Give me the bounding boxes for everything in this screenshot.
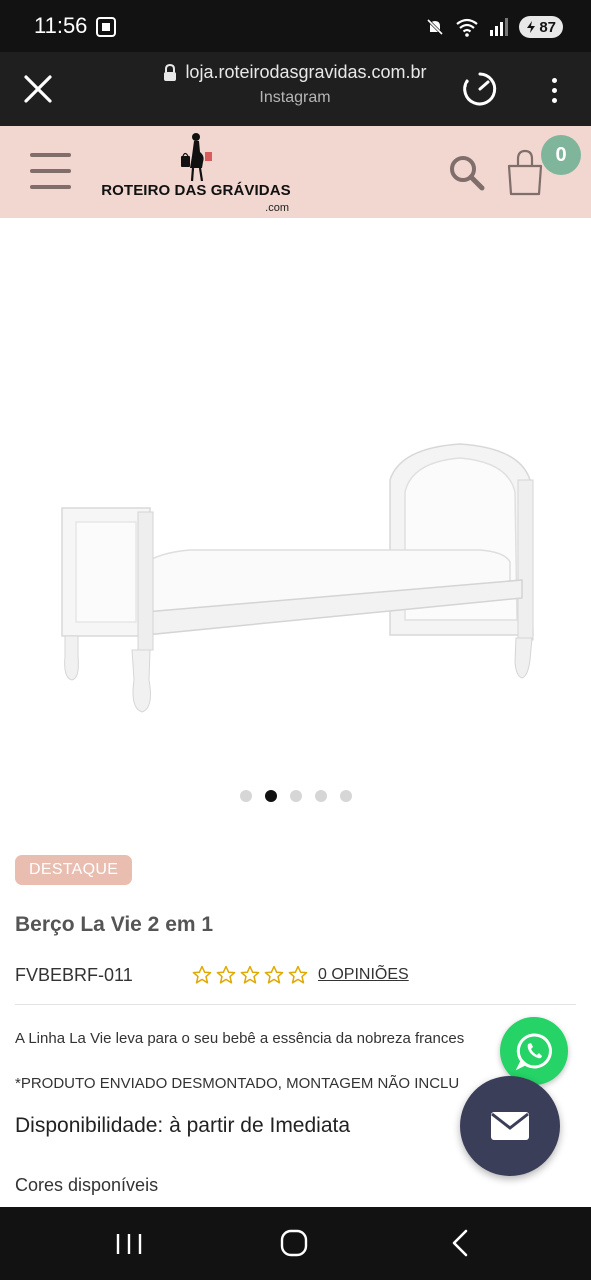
screenshot-icon (96, 17, 116, 37)
white-bed-icon[interactable] (50, 440, 545, 720)
system-nav-bar (0, 1207, 591, 1280)
mail-icon (491, 1112, 529, 1140)
product-rating[interactable]: 0 OPINIÕES (192, 965, 409, 985)
url-text: loja.roteirodasgravidas.com.br (185, 62, 427, 82)
close-icon[interactable] (20, 71, 56, 107)
logo-suffix: .com (265, 202, 289, 214)
site-header: ROTEIRO DAS GRÁVIDAS .com 0 (0, 126, 591, 218)
back-icon[interactable] (450, 1229, 470, 1257)
menu-icon[interactable] (30, 153, 71, 189)
browser-toolbar: loja.roteirodasgravidas.com.br Instagram (0, 52, 591, 126)
logo-text: ROTEIRO DAS GRÁVIDAS (101, 182, 291, 199)
lock-icon (164, 63, 177, 81)
colors-label: Cores disponíveis (15, 1175, 159, 1195)
product-sku: FVBEBRF-011 (15, 965, 133, 985)
star-outline-icon[interactable] (288, 965, 308, 985)
star-outline-icon[interactable] (192, 965, 212, 985)
cart-icon[interactable] (505, 148, 545, 196)
address-bar[interactable]: loja.roteirodasgravidas.com.br Instagram (140, 62, 450, 107)
availability-text: Disponibilidade: à partir de Imediata (15, 1114, 351, 1137)
product-gallery[interactable] (0, 218, 591, 818)
logo-figure-icon (181, 133, 212, 182)
email-button[interactable] (460, 1076, 560, 1176)
divider (15, 1004, 576, 1005)
reviews-link[interactable]: 0 OPINIÕES (318, 966, 409, 984)
gallery-dot[interactable] (290, 790, 302, 802)
home-icon[interactable] (280, 1229, 308, 1257)
whatsapp-button[interactable] (500, 1017, 568, 1085)
gallery-dot[interactable] (340, 790, 352, 802)
speed-icon[interactable] (461, 70, 499, 108)
gallery-dot-active[interactable] (265, 790, 277, 802)
referrer-text: Instagram (259, 89, 331, 106)
recent-apps-icon[interactable] (114, 1232, 144, 1256)
battery-icon (527, 21, 536, 33)
cart-count-badge[interactable]: 0 (541, 135, 581, 175)
gallery-pagination[interactable] (240, 790, 352, 802)
battery-indicator: 87 (519, 16, 563, 38)
star-outline-icon[interactable] (216, 965, 236, 985)
whatsapp-icon (515, 1033, 552, 1071)
signal-icon (490, 18, 509, 36)
mute-icon (427, 18, 444, 36)
status-bar: 11:56 87 (0, 0, 591, 52)
gallery-dot[interactable] (315, 790, 327, 802)
star-outline-icon[interactable] (264, 965, 284, 985)
wifi-icon (456, 18, 478, 37)
product-title: Berço La Vie 2 em 1 (15, 913, 214, 936)
more-vert-icon[interactable] (540, 74, 568, 106)
battery-level: 87 (539, 18, 556, 36)
status-icons: 87 (425, 14, 563, 40)
featured-badge: DESTAQUE (15, 855, 133, 885)
gallery-dot[interactable] (240, 790, 252, 802)
status-time: 11:56 (34, 13, 88, 38)
star-outline-icon[interactable] (240, 965, 260, 985)
site-logo[interactable]: ROTEIRO DAS GRÁVIDAS .com (101, 132, 291, 216)
search-icon[interactable] (447, 153, 487, 193)
